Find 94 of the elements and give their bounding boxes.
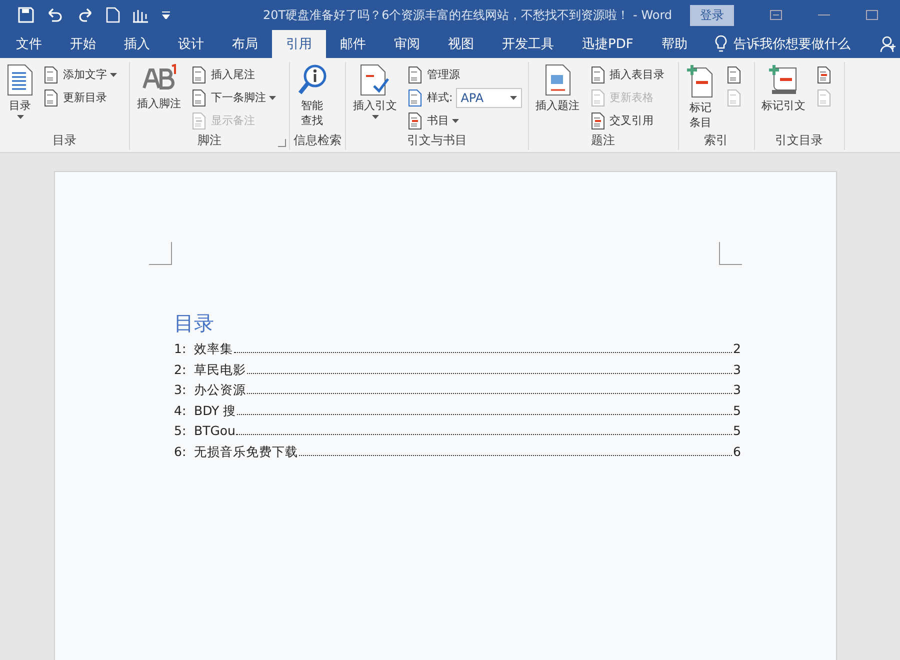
document-icon — [588, 112, 607, 130]
margin-corner-mark — [719, 242, 742, 265]
toc-heading: 目录 — [174, 310, 215, 337]
group-label: 目录 — [52, 132, 76, 149]
document-icon — [724, 66, 743, 84]
toc-number: 4: — [174, 402, 188, 418]
document-icon — [406, 66, 424, 84]
citation-icon — [360, 64, 390, 96]
ribbon-button[interactable]: 标记引文 — [758, 62, 809, 132]
ribbon-tab[interactable]: 布局 — [218, 30, 272, 58]
save-icon[interactable] — [18, 7, 34, 23]
new-document-icon[interactable] — [106, 7, 120, 23]
ribbon-button[interactable]: 插入引文 — [350, 62, 400, 132]
document-icon — [42, 66, 60, 84]
document-icon — [588, 88, 607, 106]
ribbon-button[interactable]: 标记条目 — [682, 62, 719, 132]
toc-number: 2: — [174, 362, 188, 376]
caret-icon — [16, 115, 24, 119]
ribbon-button[interactable]: 插入表目录 — [586, 64, 667, 85]
ribbon-tab[interactable]: 审阅 — [380, 30, 434, 58]
ribbon-tab[interactable]: 文件 — [2, 30, 56, 58]
caret-icon — [372, 115, 378, 119]
toc-entry: 无损音乐免费下载 — [194, 444, 298, 460]
customize-icon[interactable] — [162, 11, 170, 19]
ribbon-button[interactable]: 交叉引用 — [586, 110, 667, 131]
document-icon — [588, 66, 607, 84]
style-select[interactable]: APA — [456, 88, 522, 108]
ribbon-button[interactable]: 管理源 — [404, 64, 524, 85]
group-label: 脚注 — [198, 132, 222, 149]
ribbon-button[interactable]: 智能查找 — [294, 62, 330, 132]
ribbon-button[interactable]: 插入题注 — [532, 62, 583, 132]
document-icon — [42, 88, 60, 106]
caret-icon — [269, 96, 276, 100]
tell-me-field[interactable]: 告诉我你想要做什么 — [733, 35, 850, 53]
ribbon-button[interactable]: 更新目录 — [40, 87, 119, 108]
search-icon — [297, 64, 327, 96]
ribbon-button[interactable]: 下一条脚注 — [188, 87, 278, 108]
redo-icon[interactable] — [78, 7, 94, 23]
document-icon — [7, 64, 33, 96]
toc-page-number: 3 — [733, 382, 741, 397]
ribbon-button[interactable]: 书目 — [404, 110, 524, 131]
ribbon-display-icon[interactable] — [770, 10, 782, 20]
margin-corner-mark — [149, 242, 172, 265]
document-icon — [814, 88, 833, 106]
window-title: 20T硬盘准备好了吗？6个资源丰富的在线网站，不愁找不到资源啦！ - Word — [263, 6, 672, 24]
toc-entry: 办公资源 — [194, 382, 246, 399]
caret-icon — [452, 118, 459, 122]
ribbon-tab[interactable]: 开始 — [56, 30, 110, 58]
toc-page-number: 6 — [733, 444, 741, 458]
ribbon-tab[interactable]: 帮助 — [647, 30, 702, 58]
ribbon-tab[interactable]: 邮件 — [326, 30, 380, 58]
login-button[interactable]: 登录 — [690, 4, 734, 26]
person-icon[interactable] — [880, 36, 896, 52]
toc-number: 5: — [174, 423, 188, 438]
ribbon-button[interactable]: 插入尾注 — [188, 64, 278, 85]
ribbon-button[interactable]: 添加文字 — [40, 64, 119, 85]
ribbon-tab[interactable]: 开发工具 — [488, 30, 568, 58]
document-icon — [190, 66, 208, 84]
toc-entry: 效率集 — [194, 341, 233, 358]
ribbon-button[interactable]: 目录 — [4, 62, 36, 132]
toc-entry: BTGou — [194, 423, 236, 438]
toc-page-number: 5 — [733, 423, 741, 438]
toc-number: 6: — [174, 444, 188, 458]
toc-number: 1: — [174, 341, 188, 356]
ribbon-tab[interactable]: 引用 — [272, 30, 326, 58]
toc-page-number: 5 — [733, 402, 741, 418]
toc-page-number: 3 — [733, 362, 741, 376]
dialog-launcher-icon[interactable] — [278, 139, 286, 147]
caret-icon — [110, 72, 117, 76]
document-icon — [814, 66, 833, 84]
ribbon-tab[interactable]: 视图 — [434, 30, 488, 58]
ribbon-tab[interactable]: 插入 — [110, 30, 164, 58]
group-label: 引文目录 — [775, 132, 824, 149]
group-label: 索引 — [704, 132, 728, 149]
lightbulb-icon — [715, 35, 728, 53]
caret-icon — [510, 96, 517, 100]
document-icon — [724, 88, 743, 106]
document-icon — [190, 112, 208, 130]
maximize-icon[interactable] — [866, 10, 878, 20]
ribbon-tab[interactable]: 设计 — [164, 30, 218, 58]
document-icon — [190, 88, 208, 106]
toc-page-number: 2 — [733, 341, 741, 356]
toc-entry: 草民电影 — [194, 362, 246, 378]
ribbon-tab[interactable]: 迅捷PDF — [568, 30, 648, 58]
group-label: 引文与书目 — [406, 132, 467, 149]
style-label: 样式: — [427, 90, 453, 105]
document-icon — [406, 112, 424, 130]
image-document-icon — [544, 64, 571, 96]
toc-number: 3: — [174, 382, 188, 397]
document-icon — [406, 88, 424, 106]
group-label: 题注 — [591, 132, 616, 149]
ribbon-button[interactable]: 插入脚注 — [134, 62, 184, 132]
toc-entry: BDY 搜 — [194, 402, 236, 420]
group-label: 信息检索 — [294, 132, 342, 149]
